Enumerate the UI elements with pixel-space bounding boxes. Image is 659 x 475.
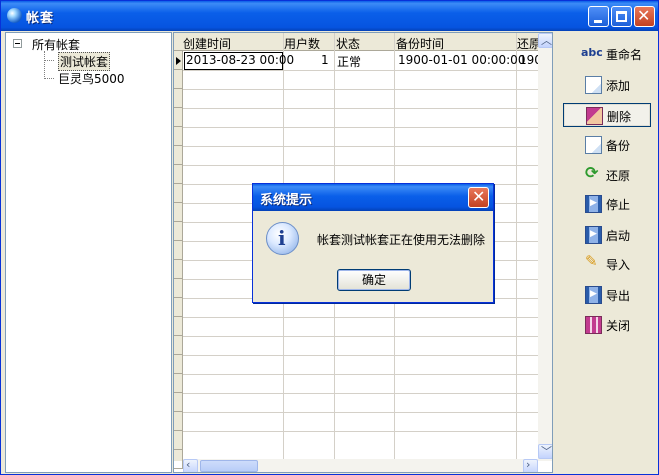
system-alert-dialog: 系统提示 ✕ i 帐套测试帐套正在使用无法删除 确定 <box>252 183 494 303</box>
backup-button[interactable]: 备份 <box>563 133 651 157</box>
collapse-toggle-icon[interactable] <box>13 39 22 48</box>
export-button[interactable]: 导出 <box>563 283 651 307</box>
tree-root-node[interactable]: 所有帐套 <box>32 36 80 53</box>
dialog-close-button[interactable]: ✕ <box>468 187 489 208</box>
horizontal-scroll-thumb[interactable] <box>200 460 258 472</box>
app-globe-icon <box>7 8 22 23</box>
current-row-indicator-icon <box>176 57 181 65</box>
chevron-left-icon: ‹ <box>186 458 191 471</box>
chevron-right-icon: › <box>526 458 531 471</box>
delete-button[interactable]: 删除 <box>563 103 651 127</box>
scroll-right-button[interactable]: › <box>523 458 538 472</box>
table-cell-users[interactable]: 1 <box>321 53 329 67</box>
row-header-column <box>174 51 183 469</box>
minimize-button[interactable] <box>588 6 609 27</box>
dialog-message: 帐套测试帐套正在使用无法删除 <box>317 233 486 247</box>
column-header-status[interactable]: 状态 <box>336 35 360 52</box>
column-header-users[interactable]: 用户数 <box>284 35 320 52</box>
window-titlebar[interactable]: 帐套 ✕ <box>1 1 658 31</box>
start-icon <box>585 226 602 244</box>
accounts-window: 帐套 ✕ 所有帐套 测试帐套 巨灵鸟5000 创建时间 用户数 状态 备份时间 … <box>0 0 659 475</box>
window-title: 帐套 <box>26 11 55 26</box>
table-cell-created[interactable]: 2013-08-23 00:00 <box>184 52 294 70</box>
eraser-icon <box>586 107 603 125</box>
import-button[interactable]: ✎ 导入 <box>563 252 651 276</box>
dialog-title: 系统提示 <box>260 193 313 208</box>
action-toolbar: abc 重命名 添加 删除 备份 ⟳ 还原 停止 启动 ✎ 导入 <box>557 32 659 473</box>
info-icon: i <box>266 222 299 255</box>
tree-node-test-account[interactable]: 测试帐套 <box>58 52 111 71</box>
tree-connector <box>44 60 54 61</box>
pencil-icon: ✎ <box>585 252 598 270</box>
close-window-button[interactable]: ✕ <box>634 6 655 27</box>
chevron-down-icon: ﹀ <box>541 445 552 458</box>
scroll-down-button[interactable]: ﹀ <box>538 444 552 459</box>
column-header-created[interactable]: 创建时间 <box>183 35 231 52</box>
maximize-icon <box>616 11 627 22</box>
tree-node-julingniao[interactable]: 巨灵鸟5000 <box>58 70 125 87</box>
scroll-left-button[interactable]: ‹ <box>183 458 198 472</box>
chevron-up-icon: ︿ <box>541 34 552 47</box>
tree-connector <box>44 78 54 79</box>
add-button[interactable]: 添加 <box>563 73 651 97</box>
export-icon <box>585 286 602 304</box>
document-icon <box>585 76 602 94</box>
tree-connector <box>44 51 45 79</box>
refresh-arrows-icon: ⟳ <box>585 163 599 182</box>
grid-header: 创建时间 用户数 状态 备份时间 还原 <box>174 33 552 52</box>
maximize-button[interactable] <box>611 6 632 27</box>
column-header-backup[interactable]: 备份时间 <box>396 35 444 52</box>
scroll-up-button[interactable]: ︿ <box>538 33 552 48</box>
minimize-icon <box>594 20 602 23</box>
start-button[interactable]: 启动 <box>563 223 651 247</box>
close-button[interactable]: 关闭 <box>563 313 651 337</box>
close-icon: ✕ <box>472 187 486 206</box>
horizontal-scrollbar[interactable]: ‹ › <box>183 458 538 472</box>
account-tree[interactable]: 所有帐套 测试帐套 巨灵鸟5000 <box>5 32 172 473</box>
table-cell-backup[interactable]: 1900-01-01 00:00:00 <box>398 53 525 67</box>
table-cell-status[interactable]: 正常 <box>337 53 361 70</box>
close-icon: ✕ <box>637 6 651 25</box>
dialog-titlebar[interactable]: 系统提示 ✕ <box>253 184 493 211</box>
restore-button[interactable]: ⟳ 还原 <box>563 163 651 187</box>
stop-icon <box>585 195 602 213</box>
ok-button[interactable]: 确定 <box>337 269 411 291</box>
stop-button[interactable]: 停止 <box>563 192 651 216</box>
vertical-scrollbar[interactable]: ︿ ﹀ <box>538 33 552 461</box>
close-door-icon <box>585 316 602 334</box>
document-icon <box>585 136 602 154</box>
rename-abc-icon: abc <box>581 46 603 59</box>
rename-button[interactable]: abc 重命名 <box>563 42 651 66</box>
